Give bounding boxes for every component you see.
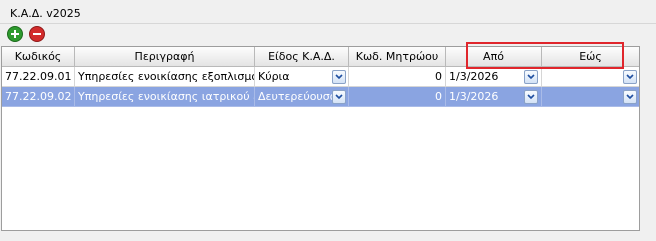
kad-grid[interactable]: Κωδικός Περιγραφή Είδος Κ.Α.Δ. Κωδ. Μητρ… [1,46,640,231]
cell-code[interactable]: 77.22.09.02 [2,87,75,107]
cell-description[interactable]: Υπηρεσίες ενοικίασης ιατρικού εξο... [75,87,255,107]
table-row[interactable]: 77.22.09.01 Υπηρεσίες ενοικίασης εξοπλισ… [2,67,639,87]
plus-circle-icon [7,26,23,42]
to-date-picker-button[interactable] [623,90,637,104]
to-date-picker-button[interactable] [623,70,637,84]
column-header-from[interactable]: Από [446,47,542,67]
type-dropdown-button[interactable] [332,90,346,104]
chevron-down-icon [527,74,535,80]
table-row-selected[interactable]: 77.22.09.02 Υπηρεσίες ενοικίασης ιατρικο… [2,87,639,107]
cell-registry-code[interactable]: 0 [349,67,446,87]
minus-circle-icon [29,26,45,42]
from-date-picker-button[interactable] [524,90,538,104]
cell-registry-code[interactable]: 0 [349,87,446,107]
column-header-type[interactable]: Είδος Κ.Α.Δ. [255,47,349,67]
from-date-picker-button[interactable] [524,70,538,84]
cell-from-value: 1/3/2026 [449,70,499,83]
chevron-down-icon [335,74,343,80]
cell-code[interactable]: 77.22.09.01 [2,67,75,87]
column-header-code[interactable]: Κωδικός [2,47,75,67]
chevron-down-icon [626,74,634,80]
cell-type-value: Δευτερεύουσα [258,90,338,103]
type-dropdown-button[interactable] [332,70,346,84]
title-divider [0,23,656,24]
cell-from-value: 1/3/2026 [449,90,499,103]
remove-row-button[interactable] [29,26,45,42]
chevron-down-icon [527,94,535,100]
chevron-down-icon [626,94,634,100]
column-header-description[interactable]: Περιγραφή [75,47,255,67]
column-header-to[interactable]: Εώς [542,47,639,67]
add-row-button[interactable] [7,26,23,42]
column-header-registry-code[interactable]: Κωδ. Μητρώου [349,47,446,67]
cell-type-value: Κύρια [258,70,290,83]
cell-description[interactable]: Υπηρεσίες ενοικίασης εξοπλισμού ... [75,67,255,87]
chevron-down-icon [335,94,343,100]
panel-title: Κ.Α.Δ. v2025 [10,7,81,20]
